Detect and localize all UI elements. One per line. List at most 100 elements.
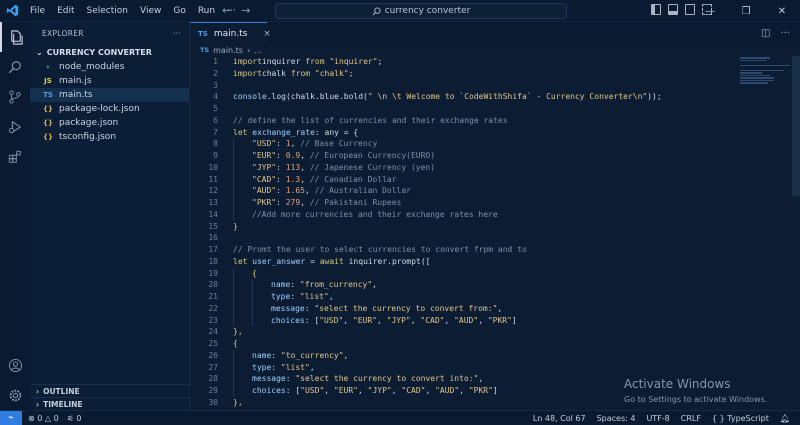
code-text: //Add more currencies and their exchange… <box>252 209 498 221</box>
toggle-panel-icon[interactable] <box>668 4 678 15</box>
code-line[interactable]: 23 choices: ["USD", "EUR", "JYP", "CAD", … <box>190 314 740 327</box>
code-line[interactable]: 10 "JYP": 113, // Japenese Currency (yen) <box>190 161 740 174</box>
sidebar-item-package-lock-json[interactable]: {} package-lock.json <box>30 102 189 116</box>
close-window-icon[interactable]: ✕ <box>764 0 800 22</box>
run-debug-icon[interactable] <box>0 112 30 142</box>
code-line[interactable]: 7 let exchange_rate: any = { <box>190 127 740 139</box>
problems-indicator[interactable]: ⊗ 0 △ 0 <box>28 414 59 423</box>
toggle-sidebar-icon[interactable] <box>651 4 661 15</box>
sidebar-item-main-ts[interactable]: TS main.ts <box>30 88 189 102</box>
line-number: 14 <box>208 209 218 219</box>
code-line[interactable]: 25 { <box>190 338 740 350</box>
code-token: : <box>276 174 286 184</box>
code-line[interactable]: 22 message: "select the currency to conve… <box>190 302 740 315</box>
breadcrumb-symbol[interactable]: ... <box>254 46 262 55</box>
code-token: "AUD" <box>435 386 460 395</box>
search-text: currency converter <box>384 6 471 16</box>
code-line[interactable]: 1 importinquirer from "inquirer"; <box>190 56 740 68</box>
source-control-icon[interactable] <box>0 82 30 112</box>
code-line[interactable]: 13 "PKR": 279, // Pakistani Rupees <box>190 197 740 209</box>
code-token: "CAD" <box>401 386 426 395</box>
language-mode[interactable]: { } TypeScript <box>712 414 769 423</box>
extensions-icon[interactable] <box>0 142 30 172</box>
timeline-label: TIMELINE <box>43 399 83 409</box>
code-line[interactable]: 24}, <box>190 326 740 338</box>
code-token: // Promt the user to select currencies t… <box>233 245 527 254</box>
close-tab-icon[interactable]: × <box>263 29 271 39</box>
cursor-position[interactable]: Ln 48, Col 67 <box>533 414 586 423</box>
indentation[interactable]: Spaces: 4 <box>597 414 636 423</box>
code-token: "JYP" <box>386 315 411 325</box>
editor-scrollbar[interactable] <box>792 56 800 196</box>
remote-indicator-icon[interactable]: ⌁ <box>0 410 22 425</box>
explorer-icon[interactable] <box>0 22 30 52</box>
ports-icon: ⚟ <box>66 413 74 423</box>
command-search-box[interactable]: currency converter <box>275 3 567 19</box>
code-token: , <box>377 315 387 325</box>
code-text: "JYP": 113, // Japenese Currency (yen) <box>252 162 435 174</box>
file-encoding[interactable]: UTF-8 <box>646 414 669 423</box>
tab-main-ts[interactable]: TS main.ts × <box>190 22 271 44</box>
explorer-more-actions[interactable]: ··· <box>173 29 181 38</box>
line-number: 17 <box>208 245 218 254</box>
ports-indicator[interactable]: ⚟ 0 <box>67 414 82 423</box>
minimize-icon[interactable]: — <box>692 0 728 22</box>
code-line[interactable]: 20 name: "from_currency", <box>190 279 740 291</box>
code-line[interactable]: 27 type: "list", <box>190 361 740 374</box>
code-line[interactable]: 21 type: "list", <box>190 291 740 303</box>
timeline-section[interactable]: › TIMELINE <box>30 397 190 410</box>
back-arrow-icon[interactable]: ← <box>222 4 231 17</box>
code-token: : [ <box>285 386 301 395</box>
sidebar-item-main-js[interactable]: JS main.js <box>30 74 189 88</box>
code-line[interactable]: 19 { <box>190 267 740 280</box>
code-line[interactable]: 3 <box>190 80 740 92</box>
menu-view[interactable]: View <box>134 6 167 16</box>
code-line[interactable]: 18 let user_answer = await inquirer.promp… <box>190 256 740 268</box>
line-number: 3 <box>213 80 218 90</box>
settings-gear-icon[interactable] <box>0 380 30 410</box>
code-line[interactable]: 16 <box>190 232 740 244</box>
sidebar-item-node-modules[interactable]: › node_modules <box>30 60 189 74</box>
code-line[interactable]: 8 "USD": 1, // Base Currency <box>190 138 740 150</box>
forward-arrow-icon[interactable]: → <box>241 4 250 17</box>
menu-file[interactable]: File <box>24 6 51 16</box>
notifications-bell-icon[interactable]: 🔔︎ <box>780 414 790 423</box>
code-line[interactable]: 6 // define the list of currencies and th… <box>190 115 740 127</box>
code-line[interactable]: 12 "AUD": 1.65, // Australian Dollar <box>190 185 740 197</box>
code-token: choices <box>252 386 286 395</box>
search-view-icon[interactable] <box>0 52 30 82</box>
code-line[interactable]: 9 "EUR": 0.9, // European Currency(EURO) <box>190 150 740 162</box>
code-token: type <box>252 362 272 372</box>
line-number: 30 <box>208 397 218 407</box>
split-editor-icon[interactable]: ◫ <box>761 28 770 39</box>
line-number: 12 <box>208 186 218 196</box>
restore-icon[interactable]: ❐ <box>728 0 764 22</box>
end-of-line[interactable]: CRLF <box>681 414 701 423</box>
code-line[interactable]: 26 name: "to_currency", <box>190 349 740 362</box>
outline-section[interactable]: › OUTLINE <box>30 384 190 397</box>
sidebar-item-package-json[interactable]: {} package.json <box>30 116 189 130</box>
code-token: inquirer.prompt([ <box>343 256 431 266</box>
code-editor[interactable]: 1 importinquirer from "inquirer"; 2 importc… <box>190 56 740 410</box>
project-folder[interactable]: ⌄ CURRENCY CONVERTER <box>30 44 189 60</box>
indent-guide <box>233 173 234 186</box>
breadcrumb-file[interactable]: main.ts <box>213 46 243 55</box>
menu-go[interactable]: Go <box>167 6 191 16</box>
minimap[interactable] <box>740 56 792 106</box>
menu-run[interactable]: Run <box>192 6 221 16</box>
sidebar-item-tsconfig-json[interactable]: {} tsconfig.json <box>30 130 189 144</box>
code-line[interactable]: 15} <box>190 221 740 233</box>
editor-more-icon[interactable]: ··· <box>780 28 790 39</box>
code-line[interactable]: 14 //Add more currencies and their exchan… <box>190 208 740 221</box>
menu-edit[interactable]: Edit <box>51 6 80 16</box>
code-line[interactable]: 2 importchalk from "chalk"; <box>190 68 740 80</box>
menu-selection[interactable]: Selection <box>81 6 134 16</box>
code-line[interactable]: 4 console.log(chalk.blue.bold(" \n \t Wel… <box>190 91 740 103</box>
indent-guide <box>233 267 234 280</box>
code-line[interactable]: 5 <box>190 103 740 115</box>
account-icon[interactable] <box>0 350 30 380</box>
sidebar-item-label: main.js <box>59 76 92 86</box>
code-line[interactable]: 17 // Promt the user to select currencies… <box>190 244 740 256</box>
code-token: , <box>343 315 353 325</box>
code-line[interactable]: 11 "CAD": 1.3, // Canadian Dollar <box>190 173 740 186</box>
